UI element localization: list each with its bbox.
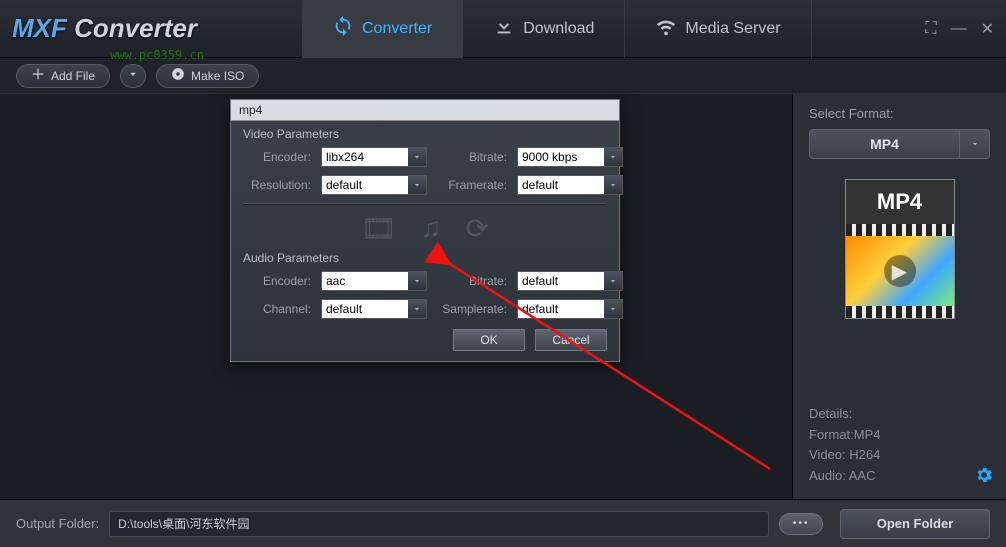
- format-value: MP4: [810, 136, 959, 152]
- dialog-body: Video Parameters Encoder: libx264 Bitrat…: [231, 121, 619, 361]
- audio-channel-select[interactable]: default: [321, 299, 427, 319]
- combo-value: libx264: [322, 150, 408, 164]
- encoder-label: Encoder:: [243, 150, 311, 164]
- close-icon[interactable]: ✕: [981, 19, 994, 39]
- thumb-preview: [846, 236, 954, 306]
- details-audio: Audio: AAC: [809, 466, 990, 487]
- details-head: Details:: [809, 404, 990, 425]
- details-video: Video: H264: [809, 445, 990, 466]
- tab-label: Media Server: [685, 20, 780, 38]
- chevron-down-icon: [604, 300, 622, 318]
- sidebar: Select Format: MP4 MP4 Details: Format:M…: [792, 94, 1006, 499]
- audio-encoder-select[interactable]: aac: [321, 271, 427, 291]
- thumb-label: MP4: [846, 180, 954, 224]
- details-format: Format:MP4: [809, 425, 990, 446]
- chevron-down-icon: [959, 130, 989, 158]
- dialog-buttons: OK Cancel: [243, 329, 607, 351]
- video-bitrate-select[interactable]: 9000 kbps: [517, 147, 623, 167]
- footer: Output Folder: ••• Open Folder: [0, 499, 1006, 547]
- video-framerate-select[interactable]: default: [517, 175, 623, 195]
- audio-bitrate-select[interactable]: default: [517, 271, 623, 291]
- film-strip-icon: [846, 306, 954, 318]
- output-folder-input[interactable]: [109, 511, 769, 537]
- tabs: Converter Download Media Server: [302, 0, 812, 58]
- chevron-down-icon: [408, 272, 426, 290]
- wifi-icon: [655, 15, 677, 42]
- combo-value: default: [518, 302, 604, 316]
- app-title: MXF MXF ConverterConverter: [12, 13, 197, 44]
- divider: [243, 203, 607, 204]
- ok-button[interactable]: OK: [453, 329, 525, 351]
- open-folder-button[interactable]: Open Folder: [840, 509, 990, 539]
- logo: MXF MXF ConverterConverter: [12, 13, 302, 44]
- chevron-down-icon: [604, 272, 622, 290]
- minimize-icon[interactable]: —: [951, 20, 967, 38]
- cancel-button[interactable]: Cancel: [535, 329, 607, 351]
- add-file-button[interactable]: Add File: [16, 64, 110, 88]
- audio-params: Encoder: aac Bitrate: default Channel: d…: [243, 271, 607, 319]
- film-strip-icon: [846, 224, 954, 236]
- watermark-url: www.pc0359.cn: [110, 48, 204, 62]
- video-params: Encoder: libx264 Bitrate: 9000 kbps Reso…: [243, 147, 607, 195]
- dialog-title: mp4: [231, 100, 619, 121]
- music-icon: ♫: [421, 212, 442, 245]
- video-section-head: Video Parameters: [243, 127, 607, 141]
- chevron-down-icon: [604, 148, 622, 166]
- combo-value: 9000 kbps: [518, 150, 604, 164]
- tab-converter[interactable]: Converter: [302, 0, 463, 58]
- combo-value: default: [322, 302, 408, 316]
- tab-label: Download: [523, 20, 594, 38]
- main: mp4 Video Parameters Encoder: libx264 Bi…: [0, 94, 1006, 499]
- decorative-icons: 🎞 ♫ ⟳: [243, 212, 607, 245]
- output-folder-label: Output Folder:: [16, 516, 99, 531]
- toolbar: Add File Make ISO: [0, 58, 1006, 94]
- details: Details: Format:MP4 Video: H264 Audio: A…: [809, 404, 990, 487]
- parameters-dialog: mp4 Video Parameters Encoder: libx264 Bi…: [230, 99, 620, 362]
- download-icon: [493, 15, 515, 42]
- chevron-down-icon: [408, 300, 426, 318]
- add-file-icon: [31, 67, 45, 84]
- make-iso-button[interactable]: Make ISO: [156, 64, 259, 88]
- refresh-icon: ⟳: [466, 212, 489, 245]
- tab-download[interactable]: Download: [463, 0, 625, 58]
- video-encoder-select[interactable]: libx264: [321, 147, 427, 167]
- make-iso-label: Make ISO: [191, 69, 244, 83]
- browse-button[interactable]: •••: [779, 513, 823, 535]
- samplerate-label: Samplerate:: [437, 302, 507, 316]
- tab-media-server[interactable]: Media Server: [625, 0, 811, 58]
- encoder-label: Encoder:: [243, 274, 311, 288]
- bitrate-label: Bitrate:: [437, 150, 507, 164]
- maximize-icon[interactable]: ⛶: [925, 20, 936, 38]
- combo-value: default: [322, 178, 408, 192]
- window-controls: ⛶ — ✕: [925, 19, 994, 39]
- resolution-label: Resolution:: [243, 178, 311, 192]
- add-file-dropdown[interactable]: [120, 64, 146, 88]
- audio-section-head: Audio Parameters: [243, 251, 607, 265]
- combo-value: default: [518, 178, 604, 192]
- refresh-icon: [332, 15, 354, 42]
- format-select[interactable]: MP4: [809, 129, 990, 159]
- chevron-down-icon: [604, 176, 622, 194]
- chevron-down-icon: [408, 176, 426, 194]
- chevron-down-icon: [126, 67, 140, 84]
- film-icon: 🎞: [361, 212, 397, 245]
- format-thumbnail: MP4: [845, 179, 955, 319]
- combo-value: aac: [322, 274, 408, 288]
- disc-icon: [171, 67, 185, 84]
- tab-label: Converter: [362, 20, 432, 38]
- combo-value: default: [518, 274, 604, 288]
- bitrate-label: Bitrate:: [437, 274, 507, 288]
- work-area: mp4 Video Parameters Encoder: libx264 Bi…: [0, 94, 792, 499]
- chevron-down-icon: [408, 148, 426, 166]
- channel-label: Channel:: [243, 302, 311, 316]
- gear-icon[interactable]: [974, 465, 994, 491]
- audio-samplerate-select[interactable]: default: [517, 299, 623, 319]
- select-format-label: Select Format:: [809, 106, 990, 121]
- framerate-label: Framerate:: [437, 178, 507, 192]
- video-resolution-select[interactable]: default: [321, 175, 427, 195]
- add-file-label: Add File: [51, 69, 95, 83]
